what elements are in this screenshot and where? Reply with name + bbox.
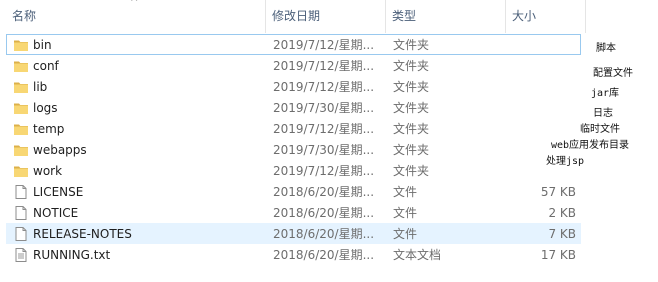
file-name: NOTICE [33,206,79,220]
file-row[interactable]: bin 2019/7/12/星期... 文件夹 [6,34,581,55]
annotation-note: web应用发布目录 [551,140,630,151]
file-name: logs [33,101,58,115]
file-size: 7 KB [548,227,576,241]
column-header-size[interactable]: 大小 [506,0,586,33]
file-type: 文件 [393,206,418,220]
file-name: webapps [33,143,87,157]
file-date: 2019/7/30/星期... [273,101,375,115]
folder-icon [13,100,29,116]
file-date: 2019/7/12/星期... [273,164,375,178]
file-date: 2019/7/30/星期... [273,143,375,157]
file-list: bin 2019/7/12/星期... 文件夹 conf 2019/7/12/星期...… [0,34,590,265]
file-row[interactable]: RELEASE-NOTES 2018/6/20/星期... 文件 7 KB [6,223,581,244]
folder-icon [13,37,29,53]
file-type: 文件夹 [393,164,430,178]
file-size: 2 KB [548,206,576,220]
folder-icon [13,58,29,74]
column-header-type[interactable]: 类型 [386,0,506,33]
file-type: 文件夹 [393,101,430,115]
file-type: 文件夹 [393,59,430,73]
file-name: lib [33,80,48,94]
file-name: RUNNING.txt [33,248,111,262]
file-icon [13,226,29,242]
annotation-note: 临时文件 [580,124,620,135]
file-row[interactable]: work 2019/7/12/星期... 文件夹 [6,160,581,181]
file-name: conf [33,59,59,73]
annotation-note: 配置文件 [593,68,633,79]
file-row[interactable]: webapps 2019/7/30/星期... 文件夹 [6,139,581,160]
file-row[interactable]: conf 2019/7/12/星期... 文件夹 [6,55,581,76]
file-date: 2018/6/20/星期... [273,206,375,220]
column-header-date[interactable]: 修改日期 [266,0,386,33]
column-size-label: 大小 [512,9,537,23]
file-name: temp [33,122,65,136]
file-type: 文件 [393,185,418,199]
file-type: 文件夹 [393,122,430,136]
file-row[interactable]: NOTICE 2018/6/20/星期... 文件 2 KB [6,202,581,223]
folder-icon [13,163,29,179]
file-row[interactable]: temp 2019/7/12/星期... 文件夹 [6,118,581,139]
annotation-note: 处理jsp [546,156,585,167]
file-size: 17 KB [540,248,576,262]
file-type: 文件 [393,227,418,241]
file-type: 文件夹 [393,38,430,52]
file-date: 2019/7/12/星期... [273,59,375,73]
file-row[interactable]: LICENSE 2018/6/20/星期... 文件 57 KB [6,181,581,202]
file-date: 2018/6/20/星期... [273,185,375,199]
column-header: 名称 ^ 修改日期 类型 大小 [0,0,587,33]
column-type-label: 类型 [392,9,417,23]
column-name-label: 名称 [12,9,37,23]
file-size: 57 KB [540,185,576,199]
file-date: 2018/6/20/星期... [273,248,375,262]
folder-icon [13,142,29,158]
column-date-label: 修改日期 [272,9,321,23]
text-file-icon [13,247,29,263]
file-type: 文本文档 [393,248,442,262]
file-type: 文件夹 [393,80,430,94]
sort-ascending-icon: ^ [130,0,139,8]
file-date: 2018/6/20/星期... [273,227,375,241]
file-name: LICENSE [33,185,84,199]
file-date: 2019/7/12/星期... [273,38,375,52]
file-date: 2019/7/12/星期... [273,122,375,136]
file-icon [13,205,29,221]
annotation-note: 日志 [593,108,613,119]
file-row[interactable]: RUNNING.txt 2018/6/20/星期... 文本文档 17 KB [6,244,581,265]
file-icon [13,184,29,200]
annotation-note: 脚本 [596,43,616,54]
folder-icon [13,79,29,95]
file-name: bin [33,38,52,52]
folder-icon [13,121,29,137]
file-row[interactable]: logs 2019/7/30/星期... 文件夹 [6,97,581,118]
file-name: RELEASE-NOTES [33,227,132,241]
file-date: 2019/7/12/星期... [273,80,375,94]
file-name: work [33,164,63,178]
annotation-note: jar库 [591,88,620,99]
file-row[interactable]: lib 2019/7/12/星期... 文件夹 [6,76,581,97]
file-type: 文件夹 [393,143,430,157]
